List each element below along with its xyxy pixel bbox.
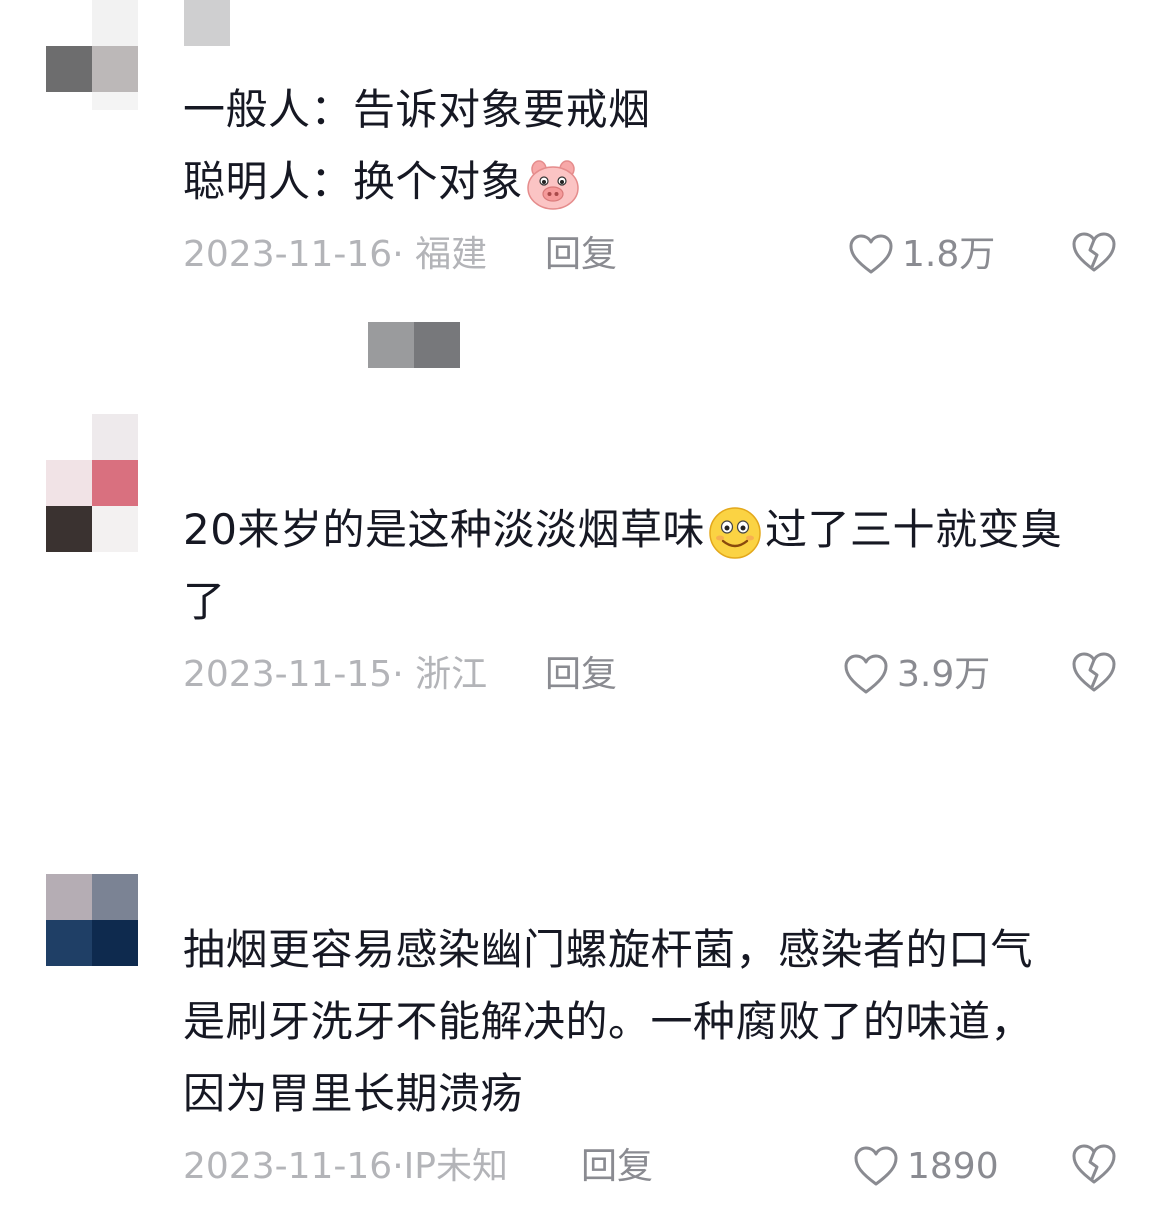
heart-outline-icon [844, 654, 888, 694]
comment-text: 20来岁的是这种淡淡烟草味 过了三十就变臭 了 [183, 494, 1133, 638]
comment-line: 一般人：告诉对象要戒烟 [183, 85, 651, 134]
comment-line: 20来岁的是这种淡淡烟草味 [183, 505, 705, 554]
reply-button[interactable]: 回复 [581, 1142, 653, 1192]
comment-meta: 2023-11-16·IP未知 回复 1890 [183, 1142, 1133, 1192]
reply-button[interactable]: 回复 [545, 230, 617, 280]
like-count: 1.8万 [902, 234, 996, 275]
comment-line: 过了三十就变臭 [764, 505, 1063, 554]
dislike-button[interactable] [1071, 230, 1117, 290]
like-count: 3.9万 [897, 654, 991, 695]
comment-meta: 2023-11-15· 浙江 回复 3.9万 [183, 650, 1133, 700]
comment-text: 抽烟更容易感染幽门螺旋杆菌，感染者的口气 是刷牙洗牙不能解决的。一种腐败了的味道… [183, 914, 1133, 1130]
reply-button[interactable]: 回复 [545, 650, 617, 700]
pig-face-icon [525, 157, 581, 213]
like-button[interactable]: 1.8万 [848, 230, 995, 280]
like-count: 1890 [907, 1146, 999, 1187]
comment-list: 一般人：告诉对象要戒烟 聪明人：换个对象 2023-11-16· 福建 回复 1… [0, 0, 1170, 1215]
dislike-button[interactable] [1071, 650, 1117, 710]
comment-date-location: 2023-11-16· 福建 [183, 234, 488, 275]
smiling-face-icon [707, 505, 763, 561]
username-censored[interactable] [184, 0, 230, 46]
comment-line: 抽烟更容易感染幽门螺旋杆菌，感染者的口气 [183, 925, 1034, 974]
comment-date-location: 2023-11-16·IP未知 [183, 1146, 508, 1187]
heart-outline-icon [854, 1146, 898, 1186]
broken-heart-icon [1072, 1144, 1116, 1184]
heart-outline-icon [849, 234, 893, 274]
broken-heart-icon [1072, 232, 1116, 272]
broken-heart-icon [1072, 652, 1116, 692]
comment-meta: 2023-11-16· 福建 回复 1.8万 [183, 230, 1133, 280]
comment-text: 一般人：告诉对象要戒烟 聪明人：换个对象 [183, 74, 1133, 218]
avatar[interactable] [46, 0, 156, 110]
dislike-button[interactable] [1071, 1142, 1117, 1202]
username-censored[interactable] [368, 322, 460, 368]
avatar[interactable] [46, 874, 138, 966]
comment-line: 聪明人：换个对象 [183, 157, 524, 206]
like-button[interactable]: 3.9万 [843, 650, 990, 700]
like-button[interactable]: 1890 [853, 1142, 999, 1192]
comment-line: 是刷牙洗牙不能解决的。一种腐败了的味道， [183, 997, 1034, 1046]
avatar[interactable] [46, 414, 138, 552]
comment-date-location: 2023-11-15· 浙江 [183, 654, 488, 695]
comment-line: 因为胃里长期溃疡 [183, 1069, 524, 1118]
comment-line: 了 [183, 577, 226, 626]
